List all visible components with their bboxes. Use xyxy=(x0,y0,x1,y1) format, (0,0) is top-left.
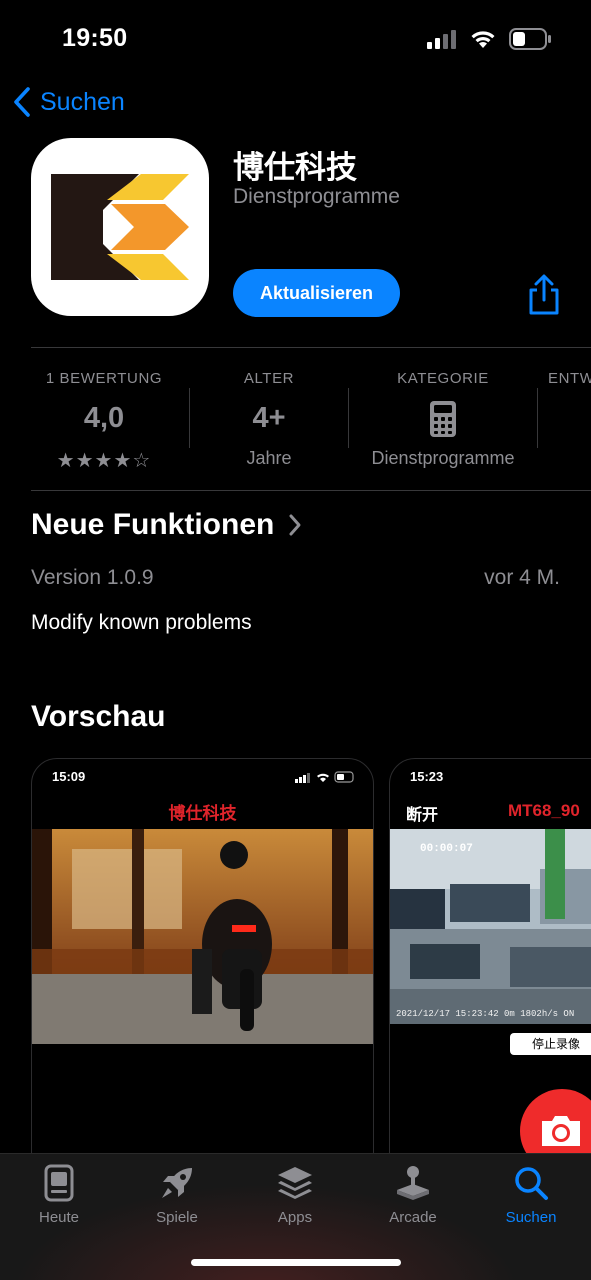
layers-icon xyxy=(278,1167,312,1199)
cellular-signal-icon xyxy=(427,30,456,49)
tab-suchen[interactable]: Suchen xyxy=(481,1164,581,1234)
back-label: Suchen xyxy=(40,87,125,116)
share-button[interactable] xyxy=(524,274,564,316)
calculator-icon xyxy=(430,401,456,437)
category-header: KATEGORIE xyxy=(397,370,489,387)
category-sub: Dienstprogramme xyxy=(371,448,515,468)
tab-arcade[interactable]: Arcade xyxy=(363,1164,463,1234)
mini-status-time: 15:23 xyxy=(410,769,444,784)
tab-label: Spiele xyxy=(156,1209,198,1226)
app-title: 博仕科技 xyxy=(233,150,357,185)
tab-label: Arcade xyxy=(389,1209,437,1226)
share-icon xyxy=(529,274,559,315)
tab-spiele[interactable]: Spiele xyxy=(127,1164,227,1234)
tab-apps[interactable]: Apps xyxy=(245,1164,345,1234)
camera-timestamp: 2021/12/17 15:23:42 0m 1802h/s ON xyxy=(396,1009,575,1019)
tab-label: Apps xyxy=(277,1209,313,1226)
disconnect-label: 断开 xyxy=(406,807,439,824)
ratings-info[interactable]: 1 BEWERTUNG 4,0 ★★★★☆ xyxy=(18,348,190,490)
rating-stars: ★★★★☆ xyxy=(56,450,152,472)
motorcycle-photo xyxy=(32,829,373,1044)
whats-new-title: Neue Funktionen xyxy=(31,508,275,541)
info-divider xyxy=(31,490,591,491)
info-strip: 1 BEWERTUNG 4,0 ★★★★☆ ALTER 4+ Jahre KAT… xyxy=(0,348,591,490)
update-button[interactable]: Aktualisieren xyxy=(233,269,400,317)
app-category: Dienstprogramme xyxy=(233,185,400,208)
age-sub: Jahre xyxy=(246,448,292,468)
ratings-header: 1 BEWERTUNG xyxy=(45,370,163,387)
joystick-icon xyxy=(397,1166,429,1200)
mini-status-icons xyxy=(295,771,354,783)
tab-label: Suchen xyxy=(505,1209,557,1226)
device-id: MT68_90 xyxy=(508,801,580,820)
recording-timer: 00:00:07 xyxy=(420,843,473,855)
status-icons xyxy=(427,28,551,50)
search-icon xyxy=(515,1167,548,1200)
version-date: vor 4 M. xyxy=(484,566,560,589)
info-separator xyxy=(537,388,538,448)
age-header: ALTER xyxy=(243,370,295,387)
camera-icon xyxy=(542,1116,580,1146)
wifi-icon xyxy=(471,31,495,48)
chevron-right-icon xyxy=(289,514,301,536)
preview-screenshot[interactable]: 15:23 断开 MT68_90 00:00:07 2021/12/17 15:… xyxy=(389,758,591,1178)
developer-header: ENTW xyxy=(548,370,591,387)
stop-recording-button[interactable]: 停止录像 xyxy=(510,1033,591,1055)
tab-heute[interactable]: Heute xyxy=(9,1164,109,1234)
version-label: Version 1.0.9 xyxy=(31,566,154,589)
tab-label: Heute xyxy=(38,1209,80,1226)
app-icon xyxy=(31,138,209,316)
chevron-left-icon xyxy=(14,87,30,117)
status-bar: 19:50 xyxy=(0,0,591,80)
preview-screenshot[interactable]: 15:09 博仕科技 xyxy=(31,758,374,1178)
rocket-icon xyxy=(162,1168,192,1198)
release-notes: Modify known problems xyxy=(31,611,252,634)
battery-icon xyxy=(509,28,551,50)
today-icon xyxy=(44,1164,74,1202)
age-value: 4+ xyxy=(252,402,286,434)
home-indicator[interactable] xyxy=(191,1259,401,1266)
app-store-screen: 19:50 Suchen 博仕科技 Dienstprogramme Aktual… xyxy=(0,0,591,1280)
age-info[interactable]: ALTER 4+ Jahre xyxy=(190,348,348,490)
rating-value: 4,0 xyxy=(83,402,125,434)
office-camera-photo xyxy=(390,829,591,1024)
mini-app-title: 博仕科技 xyxy=(168,804,237,823)
status-time: 19:50 xyxy=(62,24,128,52)
whats-new-header[interactable]: Neue Funktionen xyxy=(31,508,302,542)
category-info[interactable]: KATEGORIE Dienstprogramme xyxy=(349,348,537,490)
developer-info[interactable]: ENTW xyxy=(548,348,591,490)
app-logo-icon xyxy=(51,174,189,280)
back-button[interactable]: Suchen xyxy=(12,86,125,118)
mini-status-time: 15:09 xyxy=(52,769,86,784)
preview-title: Vorschau xyxy=(31,700,166,733)
